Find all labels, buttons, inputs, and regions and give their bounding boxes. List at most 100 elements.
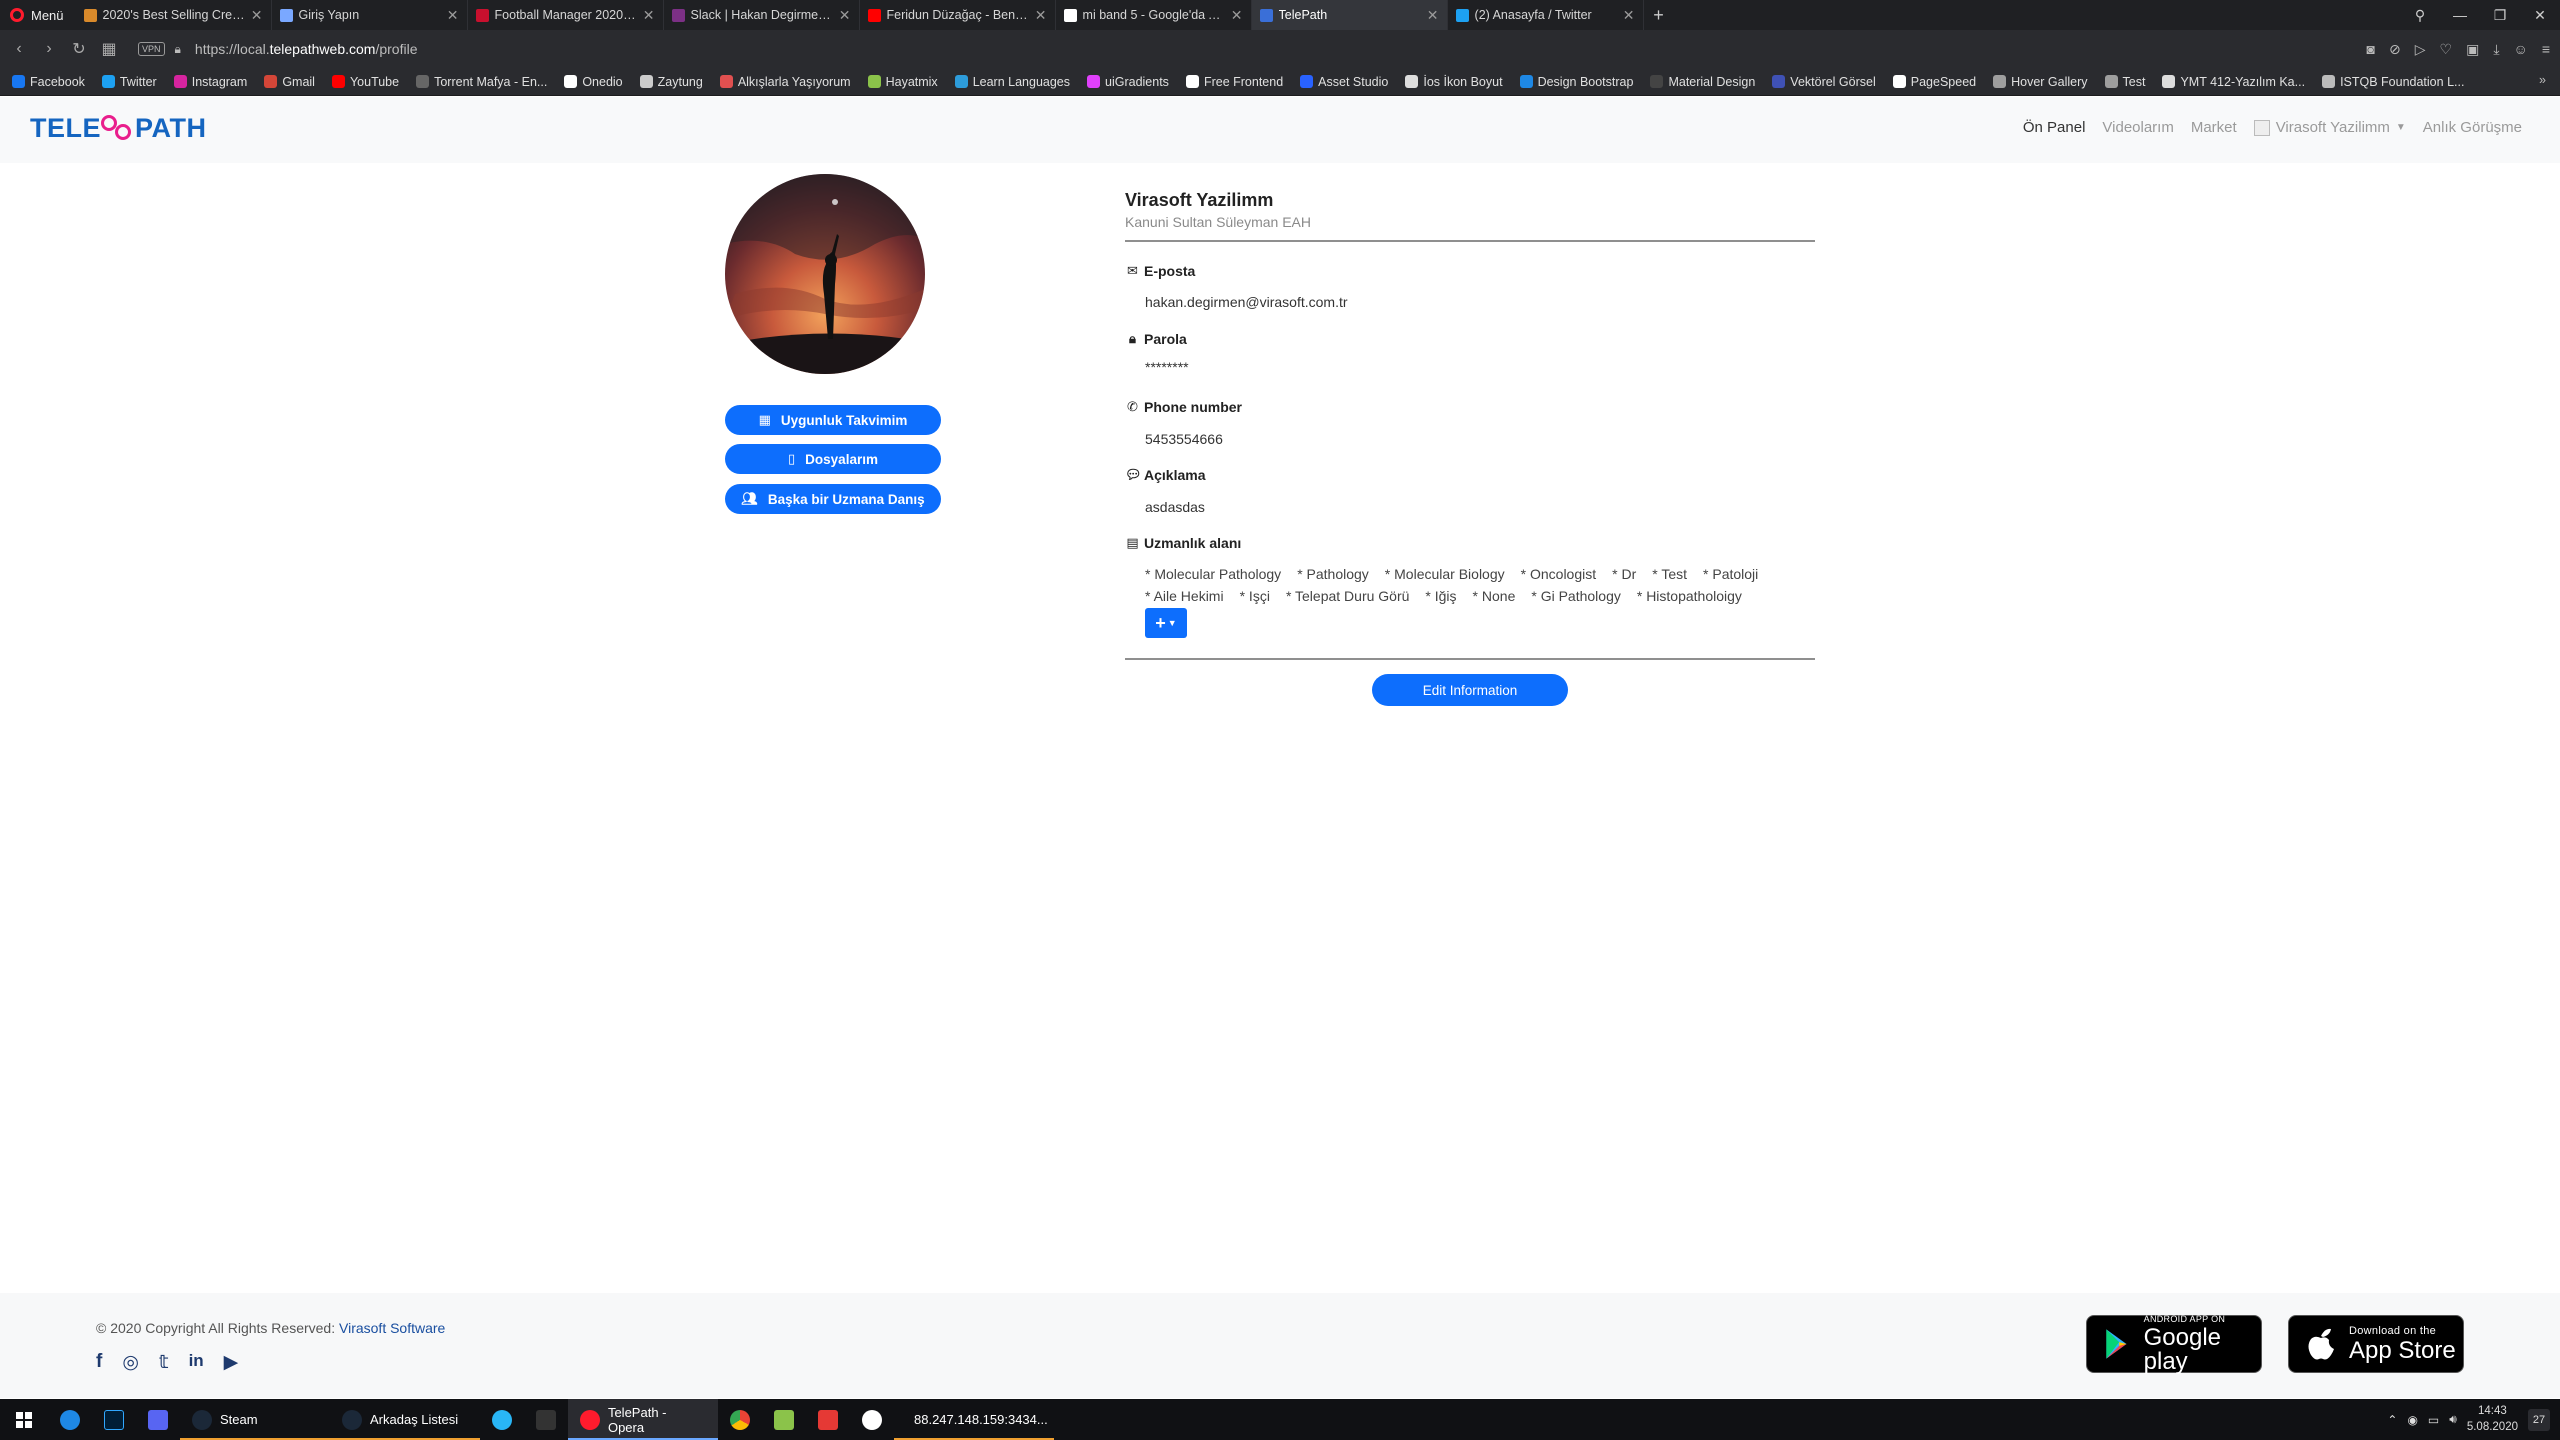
browser-tab[interactable]: TelePath ✕: [1251, 0, 1448, 30]
app-store-badge[interactable]: Download on the App Store: [2288, 1315, 2464, 1373]
bookmark-item[interactable]: PageSpeed: [1892, 75, 1976, 89]
availability-calendar-button[interactable]: ▦ Uygunluk Takvimim: [725, 405, 941, 435]
telepath-logo[interactable]: TELE PATH: [30, 113, 207, 144]
vpn-badge[interactable]: VPN: [138, 42, 165, 56]
new-tab-plus-icon[interactable]: +: [1644, 5, 1674, 26]
minimize-icon[interactable]: —: [2440, 7, 2480, 23]
tab-close-icon[interactable]: ✕: [251, 7, 263, 24]
camera-icon[interactable]: ◙: [2367, 41, 2375, 57]
tab-close-icon[interactable]: ✕: [447, 7, 459, 24]
bookmark-item[interactable]: Hover Gallery: [1993, 75, 2088, 89]
discord-icon[interactable]: [136, 1399, 180, 1440]
padlock-icon[interactable]: 🔒︎: [175, 42, 181, 57]
browser-tab[interactable]: (2) Anasayfa / Twitter ✕: [1448, 0, 1644, 30]
close-window-icon[interactable]: ✕: [2520, 7, 2560, 24]
speed-dial-icon[interactable]: ▦: [94, 39, 124, 59]
restore-icon[interactable]: ❐: [2480, 7, 2520, 24]
taskbar-opera-telepath[interactable]: TelePath - Opera: [568, 1399, 718, 1440]
bookmark-item[interactable]: Test: [2104, 75, 2145, 89]
nav-videos-link[interactable]: Videolarım: [2102, 119, 2173, 136]
bookmark-item[interactable]: ISTQB Foundation L...: [2322, 75, 2464, 89]
bookmark-item[interactable]: Instagram: [173, 75, 247, 89]
bookmark-item[interactable]: YMT 412-Yazılım Ka...: [2162, 75, 2305, 89]
browser-tab[interactable]: mi band 5 - Google'da Ara ✕: [1056, 0, 1252, 30]
url-field[interactable]: https://local.telepathweb.com/profile: [195, 41, 418, 57]
company-link[interactable]: Virasoft Software: [339, 1320, 445, 1336]
network-icon[interactable]: ▭: [2428, 1413, 2439, 1427]
nav-instant-call-link[interactable]: Anlık Görüşme: [2423, 119, 2522, 136]
browser-tab[interactable]: Slack | Hakan Degirmen | v ✕: [664, 0, 860, 30]
add-specialty-dropdown-button[interactable]: + ▼: [1145, 608, 1187, 638]
bookmark-item[interactable]: Hayatmix: [867, 75, 938, 89]
browser-tab[interactable]: Feridun Düzağaç - Beni Bu ✕: [860, 0, 1056, 30]
bookmark-item[interactable]: Gmail: [264, 75, 315, 89]
clock[interactable]: 14:43 5.08.2020: [2467, 1404, 2518, 1435]
forward-arrow-icon[interactable]: ›: [34, 40, 64, 58]
wallet-icon[interactable]: ▣: [2466, 41, 2479, 58]
back-arrow-icon[interactable]: ‹: [4, 40, 34, 58]
bookmark-item[interactable]: Alkışlarla Yaşıyorum: [719, 75, 851, 89]
nav-user-dropdown[interactable]: Virasoft Yazilimm ▼: [2253, 119, 2406, 136]
browser-tab[interactable]: Giriş Yapın ✕: [272, 0, 468, 30]
nav-home-link[interactable]: Ön Panel: [2023, 119, 2086, 136]
reload-icon[interactable]: ↻: [64, 39, 94, 59]
flow-icon[interactable]: ▷: [2415, 41, 2426, 58]
tray-chevron-up-icon[interactable]: ⌃: [2387, 1413, 2397, 1427]
adblock-icon[interactable]: ⊘: [2389, 41, 2401, 58]
bookmark-item[interactable]: uiGradients: [1087, 75, 1169, 89]
google-play-badge[interactable]: ANDROID APP ON Google play: [2086, 1314, 2262, 1373]
bookmark-item[interactable]: Learn Languages: [954, 75, 1070, 89]
instagram-icon[interactable]: ◎: [122, 1351, 139, 1374]
edge-icon[interactable]: [48, 1399, 92, 1440]
edit-information-button[interactable]: Edit Information: [1372, 674, 1568, 706]
search-tabs-icon[interactable]: ⚲: [2400, 7, 2440, 24]
heart-icon[interactable]: ♡: [2440, 41, 2453, 58]
bookmark-item[interactable]: Twitter: [101, 75, 157, 89]
tab-close-icon[interactable]: ✕: [643, 7, 655, 24]
epic-games-icon[interactable]: [524, 1399, 568, 1440]
twitter-icon[interactable]: 𝕥: [159, 1351, 169, 1374]
bookmark-item[interactable]: Asset Studio: [1300, 75, 1388, 89]
browser-tab[interactable]: 2020's Best Selling Creative ✕: [76, 0, 272, 30]
tab-close-icon[interactable]: ✕: [1231, 7, 1243, 24]
photoshop-icon[interactable]: [92, 1399, 136, 1440]
facebook-icon[interactable]: f: [96, 1351, 102, 1374]
bookmark-item[interactable]: Vektörel Görsel: [1772, 75, 1876, 89]
download-icon[interactable]: ⤓: [2493, 41, 2499, 58]
easy-setup-icon[interactable]: ≡: [2542, 41, 2550, 57]
account-icon[interactable]: ☺: [2514, 41, 2528, 57]
notification-center-icon[interactable]: 27: [2528, 1408, 2550, 1431]
youtube-icon[interactable]: ▶: [224, 1351, 239, 1374]
tray-steam-icon[interactable]: ◉: [2407, 1413, 2417, 1427]
bookmarks-more-icon[interactable]: »: [2539, 73, 2546, 87]
tab-close-icon[interactable]: ✕: [1623, 7, 1635, 24]
my-files-button[interactable]: ▯ Dosyalarım: [725, 444, 941, 474]
ask-another-expert-button[interactable]: 👥︎ Başka bir Uzmana Danış: [725, 484, 941, 514]
popcorn-icon[interactable]: [806, 1399, 850, 1440]
chrome-icon[interactable]: [718, 1399, 762, 1440]
taskbar-steam[interactable]: Steam: [180, 1399, 330, 1440]
bookmark-item[interactable]: YouTube: [331, 75, 399, 89]
nav-market-link[interactable]: Market: [2191, 119, 2237, 136]
bookmark-item[interactable]: Onedio: [564, 75, 623, 89]
app-icon[interactable]: [480, 1399, 524, 1440]
browser-tab[interactable]: Football Manager 2020 W ✕: [468, 0, 664, 30]
bookmark-item[interactable]: Material Design: [1650, 75, 1755, 89]
bluestacks-icon[interactable]: [762, 1399, 806, 1440]
tab-close-icon[interactable]: ✕: [839, 7, 851, 24]
taskbar-friends-list[interactable]: Arkadaş Listesi: [330, 1399, 480, 1440]
bookmark-item[interactable]: İos İkon Boyut: [1405, 75, 1503, 89]
opera-menu-button[interactable]: Menü: [0, 0, 76, 30]
taskbar-remote-desktop[interactable]: 88.247.148.159:3434...: [894, 1399, 1054, 1440]
bookmark-item[interactable]: Zaytung: [639, 75, 703, 89]
tab-close-icon[interactable]: ✕: [1427, 7, 1439, 24]
bookmark-item[interactable]: Free Frontend: [1185, 75, 1283, 89]
bookmark-item[interactable]: Facebook: [12, 75, 85, 89]
windows-start-icon[interactable]: [0, 1399, 48, 1440]
tab-close-icon[interactable]: ✕: [1035, 7, 1047, 24]
linkedin-icon[interactable]: in: [189, 1351, 204, 1374]
xbox-icon[interactable]: [850, 1399, 894, 1440]
bookmark-item[interactable]: Design Bootstrap: [1519, 75, 1633, 89]
volume-icon[interactable]: 🔊︎: [2449, 1412, 2457, 1427]
bookmark-item[interactable]: Torrent Mafya - En...: [416, 75, 547, 89]
